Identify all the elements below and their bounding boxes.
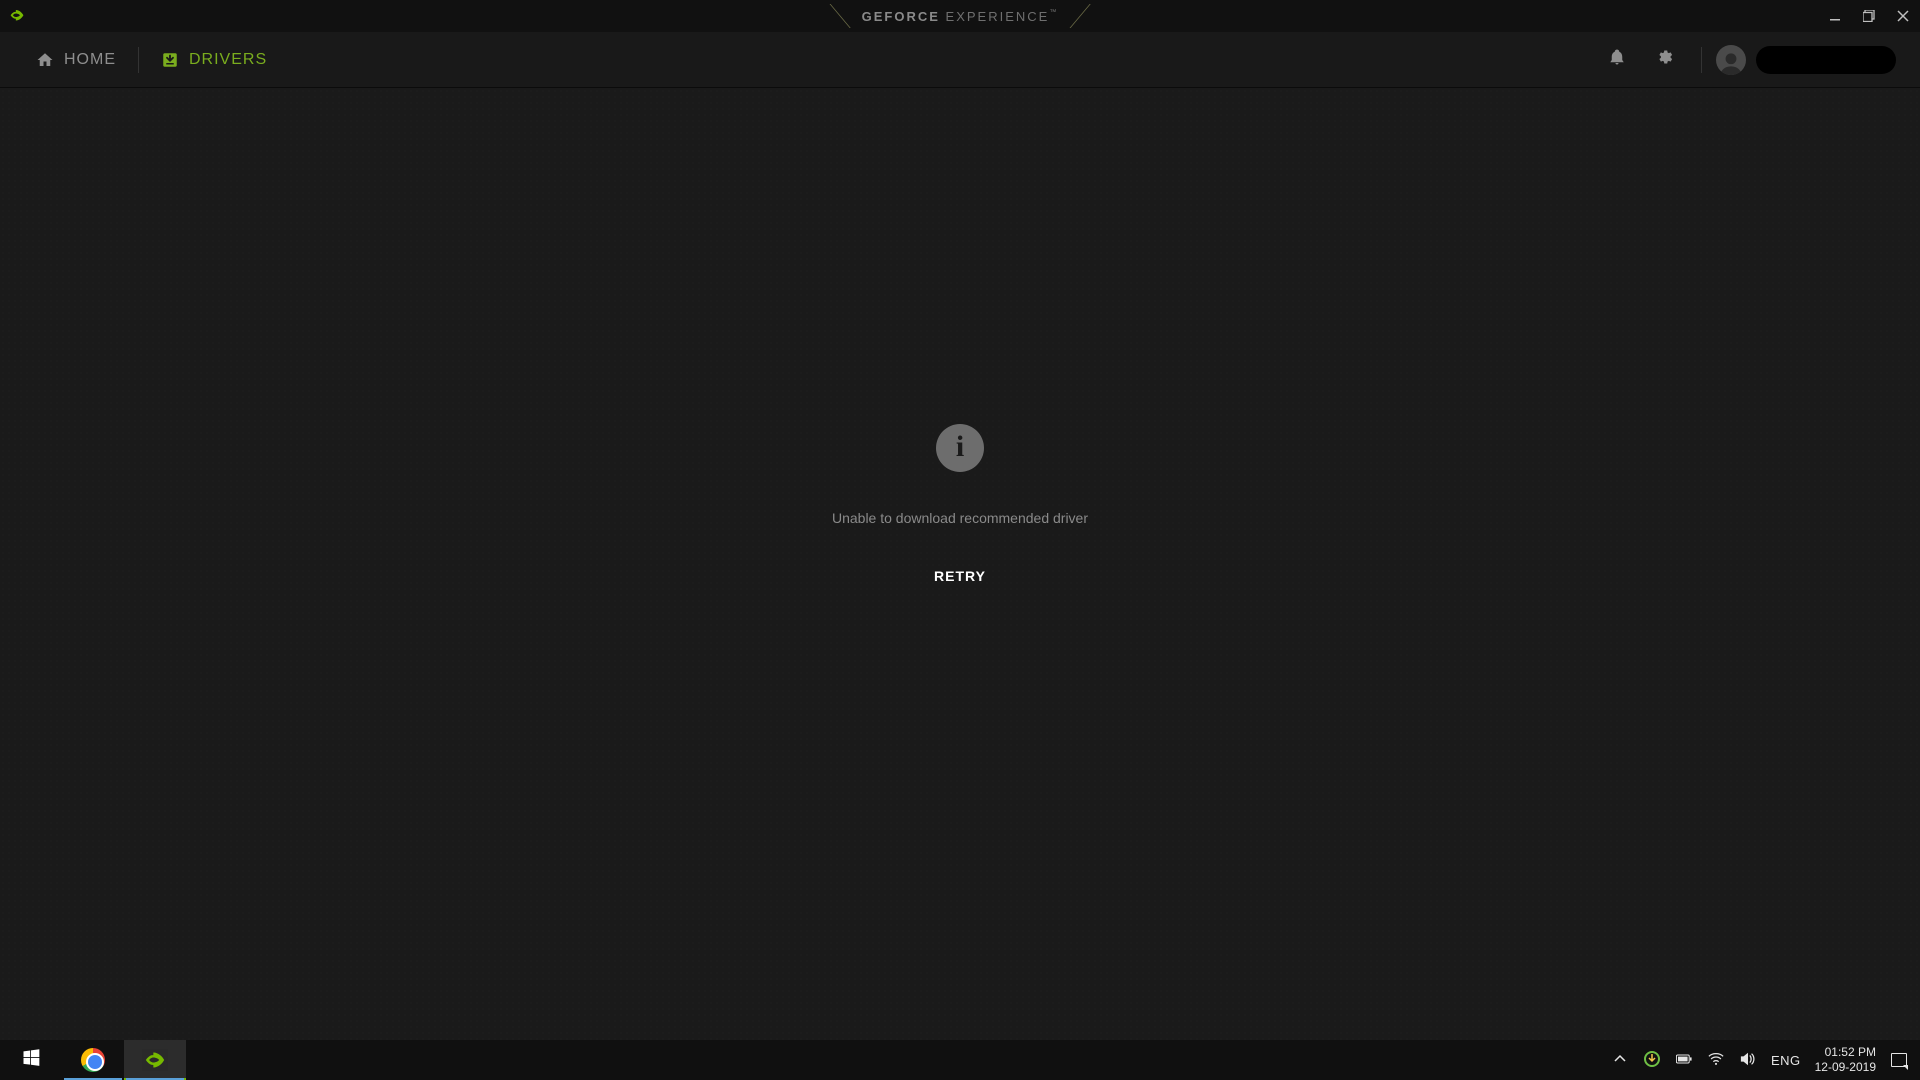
geforce-experience-window: GEFORCE EXPERIENCE™ HOME	[0, 0, 1920, 1040]
profile-name	[1756, 46, 1896, 74]
taskbar-app-chrome[interactable]	[62, 1040, 124, 1080]
brand-tm: ™	[1049, 9, 1058, 16]
maximize-button[interactable]	[1852, 0, 1886, 32]
nav-separator-right	[1701, 47, 1702, 73]
info-icon: i	[936, 424, 984, 472]
wifi-icon	[1708, 1051, 1724, 1070]
error-message: Unable to download recommended driver	[832, 510, 1088, 526]
tray-battery[interactable]	[1675, 1040, 1693, 1080]
titlebar[interactable]: GEFORCE EXPERIENCE™	[0, 0, 1920, 32]
chrome-icon	[81, 1048, 105, 1072]
close-button[interactable]	[1886, 0, 1920, 32]
brand-light: EXPERIENCE	[940, 9, 1049, 24]
tray-overflow-button[interactable]	[1611, 1040, 1629, 1080]
home-icon	[36, 51, 54, 69]
error-panel: i Unable to download recommended driver …	[832, 424, 1088, 584]
tray-date: 12-09-2019	[1815, 1060, 1876, 1075]
nvidia-icon	[142, 1049, 168, 1071]
volume-icon	[1740, 1051, 1756, 1070]
tray-app-icon[interactable]	[1643, 1040, 1661, 1080]
tray-time: 01:52 PM	[1825, 1045, 1876, 1060]
window-controls	[1818, 0, 1920, 32]
avatar	[1716, 45, 1746, 75]
tab-drivers[interactable]: DRIVERS	[139, 32, 289, 88]
battery-icon	[1676, 1051, 1692, 1070]
tab-drivers-label: DRIVERS	[189, 51, 267, 69]
gear-icon	[1656, 48, 1674, 71]
download-icon	[161, 51, 179, 69]
minimize-button[interactable]	[1818, 0, 1852, 32]
nvidia-logo-icon	[10, 10, 24, 22]
windows-taskbar: ENG 01:52 PM 12-09-2019	[0, 1040, 1920, 1080]
tray-wifi[interactable]	[1707, 1040, 1725, 1080]
brand-bold: GEFORCE	[862, 9, 940, 24]
chevron-up-icon	[1612, 1051, 1628, 1070]
taskbar-app-geforce[interactable]	[124, 1040, 186, 1080]
bell-icon	[1608, 48, 1626, 71]
windows-icon	[21, 1048, 41, 1073]
tab-home[interactable]: HOME	[14, 32, 138, 88]
tray-action-center[interactable]	[1890, 1040, 1908, 1080]
system-tray: ENG 01:52 PM 12-09-2019	[1599, 1040, 1920, 1080]
tray-volume[interactable]	[1739, 1040, 1757, 1080]
action-center-icon	[1891, 1053, 1907, 1067]
notifications-button[interactable]	[1595, 32, 1639, 88]
retry-button[interactable]: RETRY	[934, 568, 986, 584]
idm-icon	[1644, 1051, 1660, 1070]
settings-button[interactable]	[1643, 32, 1687, 88]
content-area: i Unable to download recommended driver …	[0, 88, 1920, 1040]
tray-language[interactable]: ENG	[1771, 1053, 1801, 1068]
app-title: GEFORCE EXPERIENCE™	[840, 0, 1081, 32]
start-button[interactable]	[0, 1040, 62, 1080]
profile-area[interactable]	[1716, 45, 1906, 75]
tab-home-label: HOME	[64, 51, 116, 69]
navbar: HOME DRIVERS	[0, 32, 1920, 88]
navbar-right	[1595, 32, 1906, 88]
tray-clock[interactable]: 01:52 PM 12-09-2019	[1815, 1045, 1876, 1075]
